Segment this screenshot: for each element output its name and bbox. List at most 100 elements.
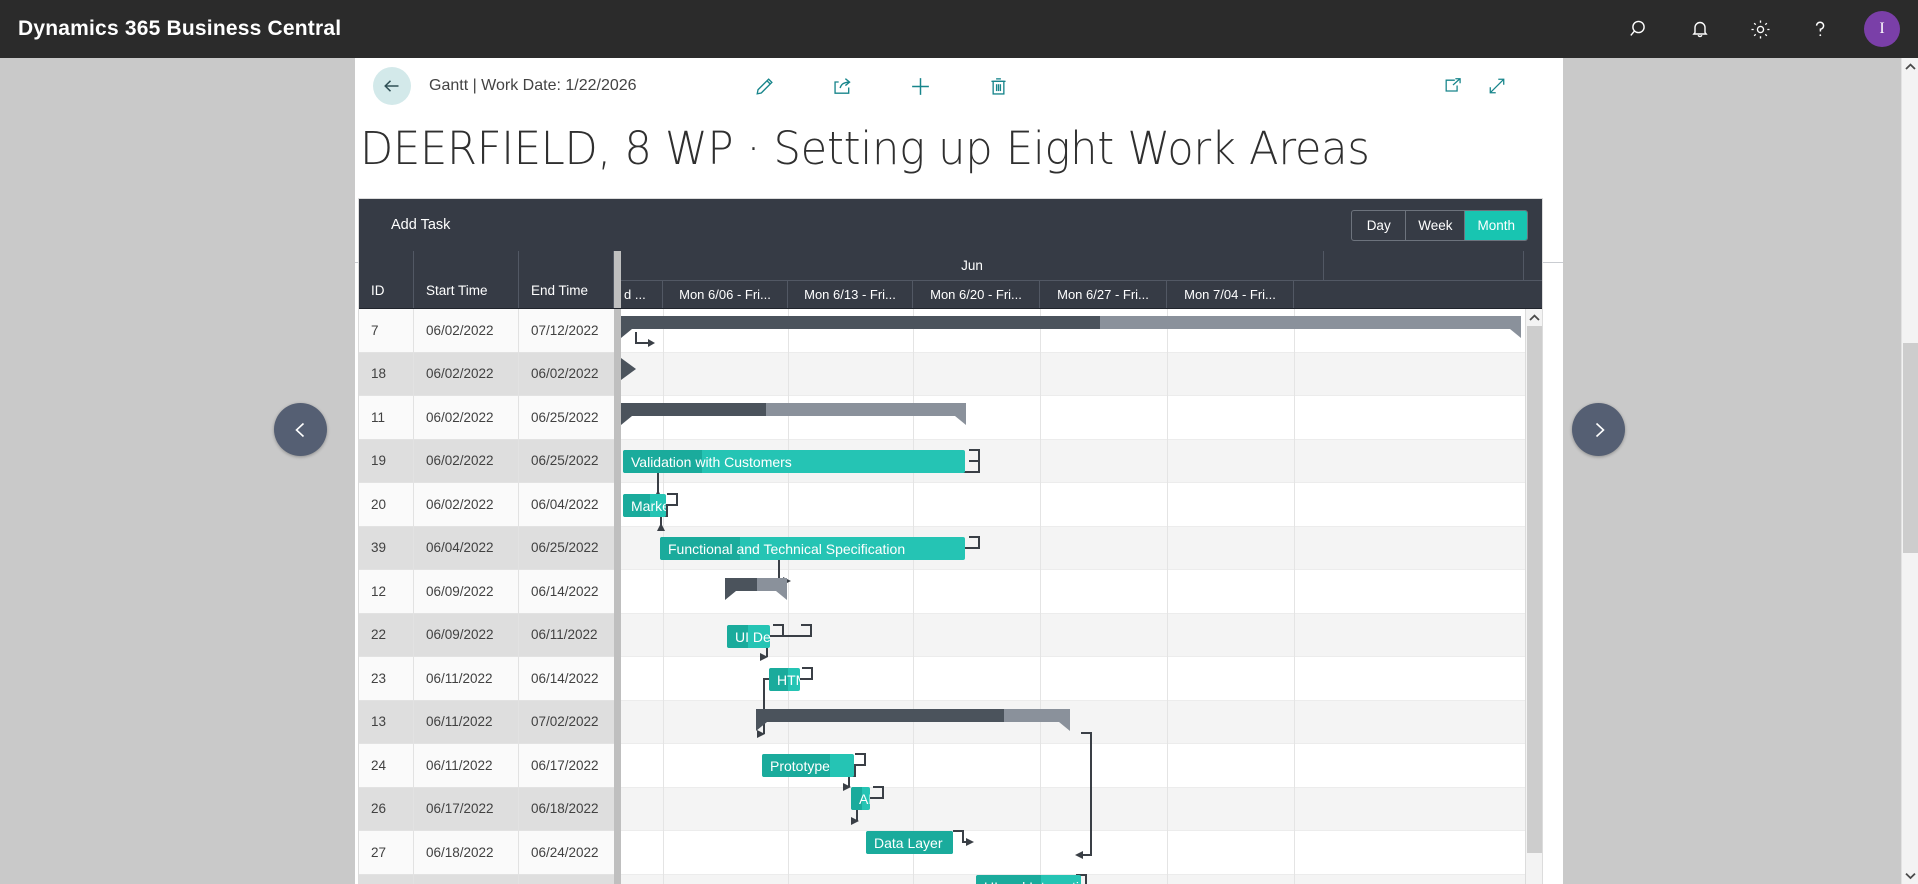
cell-end: 06/14/2022 bbox=[531, 583, 599, 599]
cell-id: 7 bbox=[359, 309, 414, 352]
gantt-chart-pane[interactable]: Validation with Customers Marketing Plan… bbox=[621, 309, 1542, 884]
summary-bar[interactable] bbox=[621, 403, 966, 425]
table-row[interactable]: 26 06/17/2022 06/18/2022 bbox=[359, 787, 614, 831]
task-bar[interactable]: Marketing Plan bbox=[623, 494, 666, 517]
share-icon bbox=[833, 77, 851, 94]
timeline-months: Jun bbox=[621, 251, 1542, 281]
cell-end: 06/18/2022 bbox=[531, 801, 599, 817]
task-bar[interactable]: Data Layer bbox=[866, 831, 953, 854]
cell-start: 06/02/2022 bbox=[414, 309, 519, 352]
timeline-month-next bbox=[1324, 251, 1524, 280]
cell-start: 06/04/2022 bbox=[414, 526, 519, 569]
edit-button[interactable] bbox=[725, 63, 803, 109]
task-bar[interactable]: HTML bbox=[769, 668, 800, 691]
cell-id: 27 bbox=[359, 831, 414, 874]
table-row[interactable]: 24 06/11/2022 06/17/2022 bbox=[359, 744, 614, 788]
view-scale-switch: Day Week Month bbox=[1351, 209, 1528, 241]
cell-end: 06/02/2022 bbox=[531, 366, 599, 382]
grid-splitter-body[interactable] bbox=[614, 309, 621, 884]
cell-end: 06/25/2022 bbox=[531, 540, 599, 556]
nav-next-button[interactable] bbox=[1572, 403, 1625, 456]
task-bar-label: UI and Interaction bbox=[984, 879, 1081, 884]
view-button-week[interactable]: Week bbox=[1406, 210, 1466, 240]
table-row[interactable]: 2906/27/202207/02/2022 bbox=[359, 874, 614, 884]
record-card: Gantt | Work Date: 1/22/2026 DEERFIELD, … bbox=[355, 58, 1563, 884]
cell-start: 06/09/2022 bbox=[414, 613, 519, 656]
scrollbar-thumb[interactable] bbox=[1527, 326, 1542, 853]
cell-end: 06/14/2022 bbox=[531, 670, 599, 686]
card-toolbar bbox=[725, 58, 1037, 114]
task-bar[interactable]: Functional and Technical Specification bbox=[660, 537, 965, 560]
summary-bar[interactable] bbox=[621, 316, 1521, 338]
cell-end: 06/25/2022 bbox=[531, 453, 599, 469]
add-task-button[interactable]: Add Task bbox=[391, 217, 450, 233]
gantt-body: 7 06/02/2022 07/12/2022 18 06/02/2022 06/02/… bbox=[359, 309, 1542, 884]
table-row[interactable]: 18 06/02/2022 06/02/2022 bbox=[359, 352, 614, 396]
summary-bar[interactable] bbox=[756, 709, 1070, 731]
task-bar[interactable]: Prototype bbox=[762, 754, 854, 777]
avatar[interactable]: I bbox=[1864, 11, 1900, 47]
grid-splitter[interactable] bbox=[614, 251, 621, 308]
table-row[interactable]: 7 06/02/2022 07/12/2022 bbox=[359, 309, 614, 353]
notification-bell-icon[interactable] bbox=[1670, 0, 1730, 58]
view-button-month[interactable]: Month bbox=[1465, 210, 1527, 240]
cell-id: 29 bbox=[359, 874, 414, 884]
page-scrollbar-thumb[interactable] bbox=[1903, 343, 1918, 553]
summary-cap-left bbox=[756, 722, 767, 731]
nav-previous-button[interactable] bbox=[274, 403, 327, 456]
cell-id: 13 bbox=[359, 700, 414, 743]
view-button-day[interactable]: Day bbox=[1352, 210, 1407, 240]
cell-end: 06/11/2022 bbox=[531, 627, 598, 643]
share-button[interactable] bbox=[803, 63, 881, 109]
table-row[interactable]: 12 06/09/2022 06/14/2022 bbox=[359, 570, 614, 614]
page-vertical-scrollbar[interactable] bbox=[1901, 58, 1918, 884]
column-header-start-time[interactable]: Start Time bbox=[414, 251, 519, 308]
table-row[interactable]: 11 06/02/2022 06/25/2022 bbox=[359, 396, 614, 440]
app-bar: Dynamics 365 Business Central I bbox=[0, 0, 1918, 58]
cell-start: 06/11/2022 bbox=[414, 744, 519, 787]
column-header-end-time[interactable]: End Time bbox=[519, 251, 614, 308]
gantt-header: ID Start Time End Time Jun d ... Mon 6/0… bbox=[359, 251, 1542, 309]
page-scroll-down-button[interactable] bbox=[1902, 867, 1918, 884]
table-row[interactable]: 23 06/11/2022 06/14/2022 bbox=[359, 657, 614, 701]
gantt-toolbar: Add Task Day Week Month bbox=[359, 199, 1542, 251]
app-title: Dynamics 365 Business Central bbox=[18, 17, 342, 40]
search-icon[interactable] bbox=[1610, 0, 1670, 58]
timeline-week-0613: Mon 6/13 - Fri... bbox=[788, 281, 913, 308]
expand-fullscreen-button[interactable] bbox=[1475, 63, 1519, 109]
cell-id: 11 bbox=[359, 396, 414, 439]
edit-pencil-icon bbox=[755, 77, 773, 95]
add-button[interactable] bbox=[881, 63, 959, 109]
back-button[interactable] bbox=[373, 67, 411, 105]
task-bar[interactable]: UI and Interaction bbox=[976, 875, 1081, 884]
summary-cap-left bbox=[621, 329, 632, 338]
table-row[interactable]: 27 06/18/2022 06/24/2022 bbox=[359, 831, 614, 875]
table-row[interactable]: 20 06/02/2022 06/04/2022 bbox=[359, 483, 614, 527]
gantt-vertical-scrollbar[interactable] bbox=[1525, 309, 1542, 884]
cell-id: 19 bbox=[359, 439, 414, 482]
task-bar[interactable]: API bbox=[851, 787, 870, 810]
open-in-new-window-button[interactable] bbox=[1431, 63, 1475, 109]
summary-bar[interactable] bbox=[725, 578, 787, 600]
help-question-icon[interactable] bbox=[1790, 0, 1850, 58]
table-row[interactable]: 39 06/04/2022 06/25/2022 bbox=[359, 526, 614, 570]
cell-id: 18 bbox=[359, 352, 414, 395]
task-bar[interactable]: Validation with Customers bbox=[623, 450, 965, 473]
cell-start: 06/27/2022 bbox=[414, 874, 519, 884]
milestone-marker[interactable] bbox=[621, 358, 636, 380]
delete-button[interactable] bbox=[959, 63, 1037, 109]
table-row[interactable]: 19 06/02/2022 06/25/2022 bbox=[359, 439, 614, 483]
task-bar[interactable]: UI Design bbox=[727, 625, 770, 648]
task-bar-label: HTML bbox=[777, 671, 800, 688]
scroll-up-button[interactable] bbox=[1526, 309, 1542, 326]
table-row[interactable]: 13 06/11/2022 07/02/2022 bbox=[359, 700, 614, 744]
table-row[interactable]: 22 06/09/2022 06/11/2022 bbox=[359, 613, 614, 657]
summary-cap-left bbox=[725, 591, 736, 600]
cell-start: 06/09/2022 bbox=[414, 570, 519, 613]
page-scroll-up-button[interactable] bbox=[1902, 58, 1918, 75]
summary-progress bbox=[725, 578, 757, 591]
column-header-id[interactable]: ID bbox=[359, 251, 414, 308]
cell-id: 12 bbox=[359, 570, 414, 613]
settings-gear-icon[interactable] bbox=[1730, 0, 1790, 58]
cell-id: 24 bbox=[359, 744, 414, 787]
